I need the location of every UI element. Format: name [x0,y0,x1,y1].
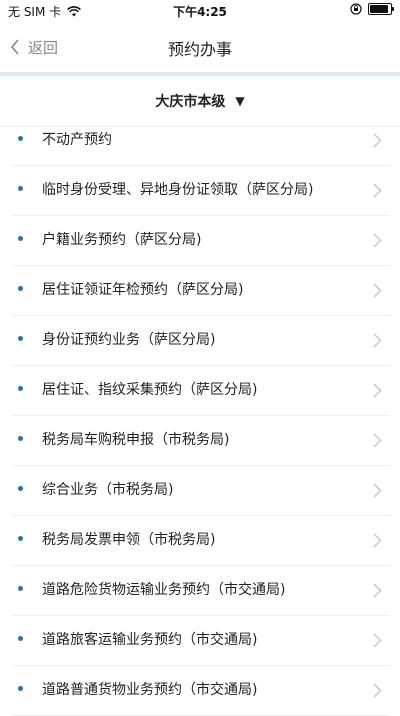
chevron-right-icon [373,233,382,248]
rotation-lock-icon [350,3,362,15]
service-list: 不动产预约临时身份受理、异地身份证领取（萨区分局) 户籍业务预约（萨区分局) 居住证… [0,116,400,716]
chevron-right-icon [373,533,382,548]
list-item[interactable]: 道路危险货物运输业务预约（市交通局) [12,566,390,616]
bullet-dot-icon [18,636,23,641]
bullet-dot-icon [18,236,23,241]
list-item-label: 税务局发票申领（市税务局) [42,532,216,548]
status-time: 下午4:25 [173,5,227,19]
list-item[interactable]: 不动产预约 [12,116,390,166]
bullet-dot-icon [18,386,23,391]
list-item-label: 户籍业务预约（萨区分局) [42,232,202,248]
bullet-dot-icon [18,486,23,491]
chevron-right-icon [373,283,382,298]
bullet-dot-icon [18,336,23,341]
chevron-right-icon [373,183,382,198]
chevron-right-icon [373,383,382,398]
bullet-dot-icon [18,436,23,441]
list-item-label: 税务局车购税申报（市税务局) [42,432,230,448]
dropdown-triangle-icon: ▼ [235,94,245,108]
bullet-dot-icon [18,186,23,191]
list-item-label: 综合业务（市税务局) [42,482,174,498]
list-item[interactable]: 户籍业务预约（萨区分局) [12,216,390,266]
chevron-right-icon [373,333,382,348]
status-bar: 无 SIM 卡 下午4:25 [0,0,400,22]
list-item-label: 道路普通货物业务预约（市交通局) [42,682,258,698]
battery-icon [368,3,394,15]
bullet-dot-icon [18,286,23,291]
list-item-label: 不动产预约 [42,132,112,148]
status-right [350,3,394,15]
chevron-right-icon [373,583,382,598]
chevron-right-icon [373,633,382,648]
list-item[interactable]: 税务局车购税申报（市税务局) [12,416,390,466]
list-item-label: 道路旅客运输业务预约（市交通局) [42,632,258,648]
list-item-label: 居住证领证年检预约（萨区分局) [42,282,244,298]
list-item-label: 临时身份受理、异地身份证领取（萨区分局) [42,182,314,198]
list-item[interactable]: 居住证、指纹采集预约（萨区分局) [12,366,390,416]
page-title: 预约办事 [167,40,232,59]
chevron-right-icon [373,483,382,498]
list-item[interactable]: 身份证预约业务（萨区分局) [12,316,390,366]
list-item[interactable]: 临时身份受理、异地身份证领取（萨区分局) [12,166,390,216]
chevron-right-icon [373,433,382,448]
list-item-label: 居住证、指纹采集预约（萨区分局) [42,382,258,398]
list-item-label: 身份证预约业务（萨区分局) [42,332,216,348]
chevron-right-icon [373,133,382,148]
list-item[interactable]: 道路普通货物业务预约（市交通局) [12,666,390,716]
list-item[interactable]: 居住证领证年检预约（萨区分局) [12,266,390,316]
bullet-dot-icon [18,136,23,141]
list-item[interactable]: 综合业务（市税务局) [12,466,390,516]
list-item[interactable]: 道路旅客运输业务预约（市交通局) [12,616,390,666]
list-item[interactable]: 税务局发票申领（市税务局) [12,516,390,566]
list-item-label: 道路危险货物运输业务预约（市交通局) [42,582,286,598]
bullet-dot-icon [18,686,23,691]
bullet-dot-icon [18,586,23,591]
chevron-right-icon [373,683,382,698]
region-name: 大庆市本级 [155,94,226,110]
bullet-dot-icon [18,536,23,541]
navigation-bar: 返回 预约办事 [0,22,400,73]
